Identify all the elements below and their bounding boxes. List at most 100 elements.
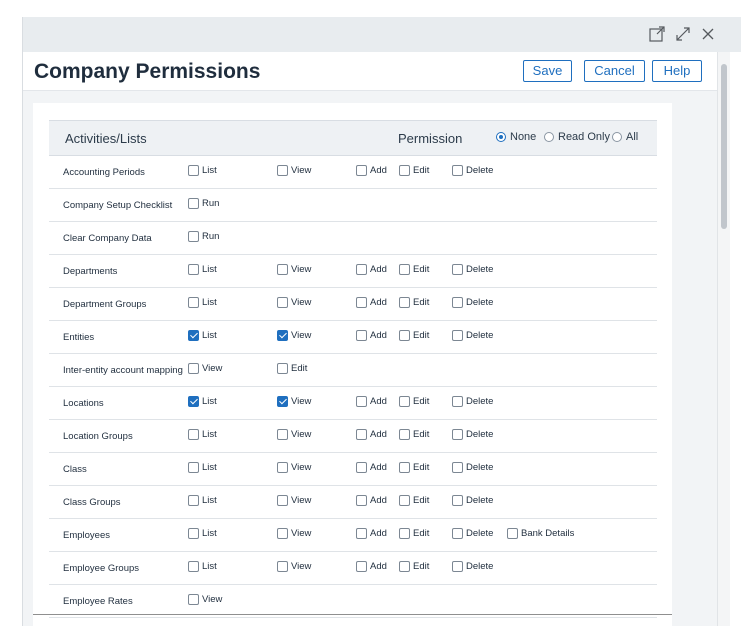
permission-checkbox-run[interactable]: Run — [188, 198, 219, 209]
permission-checkbox-view[interactable]: View — [277, 165, 311, 176]
permission-checkbox-add[interactable]: Add — [356, 528, 387, 539]
permission-checkbox-delete[interactable]: Delete — [452, 330, 493, 341]
permission-checkbox-add[interactable]: Add — [356, 396, 387, 407]
checkbox-unchecked-icon — [277, 495, 288, 506]
permission-checkbox-add[interactable]: Add — [356, 429, 387, 440]
permission-checkbox-delete[interactable]: Delete — [452, 264, 493, 275]
permission-checkbox-edit[interactable]: Edit — [399, 264, 429, 275]
permission-checkbox-list[interactable]: List — [188, 165, 217, 176]
permission-checkbox-list[interactable]: List — [188, 396, 217, 407]
help-button[interactable]: Help — [652, 60, 702, 82]
checkbox-label: Delete — [466, 165, 494, 176]
checkbox-label: View — [291, 528, 312, 539]
checkbox-label: Delete — [466, 264, 494, 275]
open-in-new-window-icon[interactable] — [648, 25, 666, 43]
permission-checkbox-list[interactable]: List — [188, 528, 217, 539]
permission-checkbox-add[interactable]: Add — [356, 462, 387, 473]
cancel-button[interactable]: Cancel — [584, 60, 645, 82]
table-row: Inter-entity account mapping View Edit — [49, 354, 657, 387]
dialog-header: Company Permissions Save Cancel Help — [23, 52, 717, 91]
checkbox-unchecked-icon — [399, 429, 410, 440]
radio-label: All — [626, 131, 639, 143]
vertical-scrollbar[interactable] — [717, 52, 730, 626]
permission-checkbox-view[interactable]: View — [277, 330, 311, 341]
checkbox-label: View — [291, 330, 312, 341]
permission-checkbox-add[interactable]: Add — [356, 561, 387, 572]
permission-radio-all[interactable]: All — [612, 131, 638, 143]
permission-checkbox-delete[interactable]: Delete — [452, 528, 493, 539]
permission-checkbox-view[interactable]: View — [277, 528, 311, 539]
checkbox-checked-icon — [188, 396, 199, 407]
scrollbar-thumb[interactable] — [721, 64, 727, 229]
permission-checkbox-delete[interactable]: Delete — [452, 429, 493, 440]
page-title: Company Permissions — [34, 60, 261, 83]
permission-checkbox-list[interactable]: List — [188, 495, 217, 506]
checkbox-unchecked-icon — [356, 561, 367, 572]
permission-checkbox-delete[interactable]: Delete — [452, 561, 493, 572]
checkbox-label: View — [291, 396, 312, 407]
permission-checkbox-list[interactable]: List — [188, 561, 217, 572]
checkbox-label: Add — [370, 462, 387, 473]
checkbox-label: Delete — [466, 528, 494, 539]
permission-checkbox-view[interactable]: View — [277, 495, 311, 506]
checkbox-label: View — [291, 429, 312, 440]
permission-checkbox-edit[interactable]: Edit — [399, 528, 429, 539]
permission-checkbox-list[interactable]: List — [188, 330, 217, 341]
checkbox-unchecked-icon — [399, 330, 410, 341]
permission-checkbox-add[interactable]: Add — [356, 264, 387, 275]
permission-checkbox-add[interactable]: Add — [356, 165, 387, 176]
card-bottom-border — [33, 614, 672, 615]
permission-checkbox-view[interactable]: View — [188, 363, 222, 374]
permission-checkbox-edit[interactable]: Edit — [277, 363, 307, 374]
table-header: Activities/Lists Permission None Read On… — [49, 120, 657, 156]
permission-checkbox-view[interactable]: View — [188, 594, 222, 605]
permission-checkbox-list[interactable]: List — [188, 429, 217, 440]
permission-checkbox-add[interactable]: Add — [356, 495, 387, 506]
permission-checkbox-edit[interactable]: Edit — [399, 429, 429, 440]
table-row: Company Setup Checklist Run — [49, 189, 657, 222]
permission-checkbox-delete[interactable]: Delete — [452, 297, 493, 308]
permission-checkbox-add[interactable]: Add — [356, 297, 387, 308]
checkbox-unchecked-icon — [399, 297, 410, 308]
permission-checkbox-edit[interactable]: Edit — [399, 165, 429, 176]
checkbox-label: Edit — [413, 429, 430, 440]
table-row: Employee Groups List View Add Edit Delete — [49, 552, 657, 585]
checkbox-label: Delete — [466, 561, 494, 572]
permission-checkbox-bank-details[interactable]: Bank Details — [507, 528, 574, 539]
permission-checkbox-view[interactable]: View — [277, 297, 311, 308]
checkbox-unchecked-icon — [277, 165, 288, 176]
permission-checkbox-list[interactable]: List — [188, 462, 217, 473]
permission-checkbox-view[interactable]: View — [277, 264, 311, 275]
permission-radio-read-only[interactable]: Read Only — [544, 131, 610, 143]
checkbox-label: List — [202, 429, 217, 440]
permission-checkbox-edit[interactable]: Edit — [399, 561, 429, 572]
checkbox-unchecked-icon — [356, 297, 367, 308]
permission-checkbox-delete[interactable]: Delete — [452, 495, 493, 506]
permission-checkbox-view[interactable]: View — [277, 561, 311, 572]
permission-checkbox-edit[interactable]: Edit — [399, 462, 429, 473]
permission-checkbox-view[interactable]: View — [277, 462, 311, 473]
checkbox-unchecked-icon — [356, 495, 367, 506]
permission-checkbox-add[interactable]: Add — [356, 330, 387, 341]
table-body: Accounting Periods List View Add Edit Delete C… — [49, 156, 657, 618]
checkbox-unchecked-icon — [399, 561, 410, 572]
permission-checkbox-delete[interactable]: Delete — [452, 396, 493, 407]
permission-checkbox-view[interactable]: View — [277, 429, 311, 440]
save-button[interactable]: Save — [523, 60, 572, 82]
permission-checkbox-list[interactable]: List — [188, 297, 217, 308]
permission-checkbox-delete[interactable]: Delete — [452, 462, 493, 473]
close-icon[interactable] — [699, 25, 717, 43]
permission-checkbox-edit[interactable]: Edit — [399, 297, 429, 308]
checkbox-unchecked-icon — [356, 528, 367, 539]
permission-checkbox-edit[interactable]: Edit — [399, 495, 429, 506]
permission-checkbox-delete[interactable]: Delete — [452, 165, 493, 176]
checkbox-unchecked-icon — [356, 396, 367, 407]
permission-checkbox-edit[interactable]: Edit — [399, 330, 429, 341]
permission-radio-none[interactable]: None — [496, 131, 536, 143]
permission-checkbox-list[interactable]: List — [188, 264, 217, 275]
expand-icon[interactable] — [674, 25, 692, 43]
permission-checkbox-edit[interactable]: Edit — [399, 396, 429, 407]
permission-checkbox-view[interactable]: View — [277, 396, 311, 407]
activity-name: Inter-entity account mapping — [63, 365, 183, 376]
permission-checkbox-run[interactable]: Run — [188, 231, 219, 242]
